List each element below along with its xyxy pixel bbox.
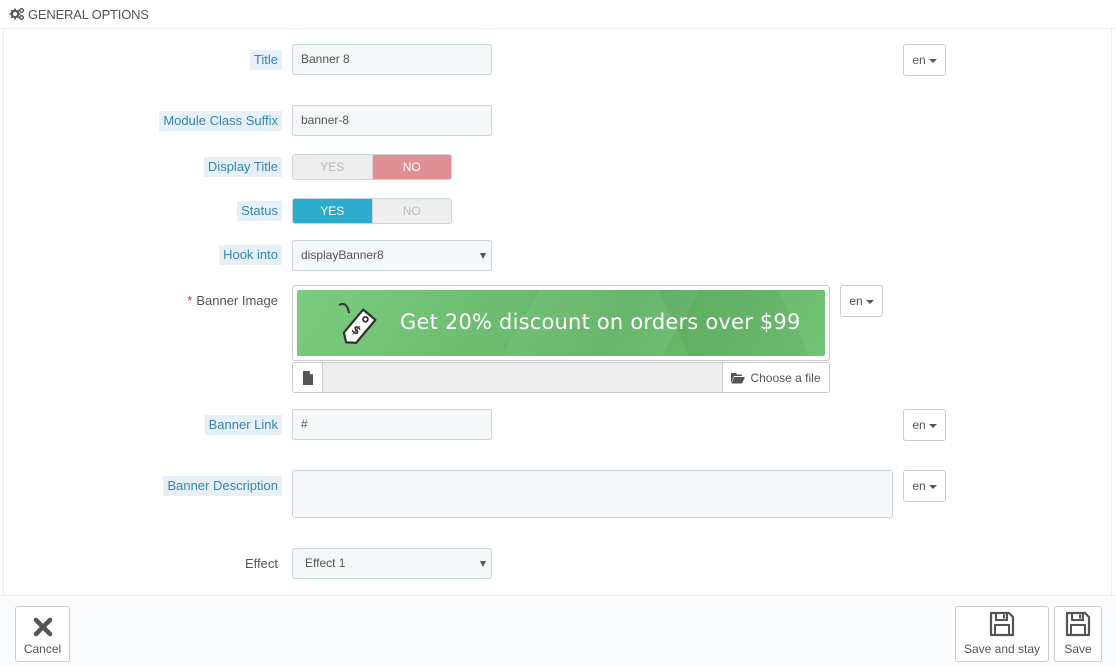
folder-open-icon — [731, 372, 746, 383]
banner-description-label: Banner Description — [163, 476, 282, 496]
display-title-yes-option[interactable]: YES — [293, 155, 372, 179]
caret-down-icon — [928, 484, 937, 489]
caret-down-icon — [928, 58, 937, 63]
panel-border-right — [1111, 29, 1112, 595]
effect-value: Effect 1 — [305, 556, 346, 570]
save-and-stay-button[interactable]: Save and stay — [955, 606, 1049, 662]
title-label: Title — [249, 50, 282, 70]
floppy-disk-icon — [989, 611, 1015, 637]
select-arrow-icon — [480, 253, 486, 259]
banner-image-label-text: Banner Image — [196, 293, 278, 308]
panel-title: GENERAL OPTIONS — [28, 6, 149, 22]
choose-file-button[interactable]: Choose a file — [722, 363, 829, 392]
status-yes-option[interactable]: YES — [293, 199, 372, 223]
price-tag-icon: $ — [338, 303, 377, 344]
hook-into-select[interactable]: displayBanner8 — [292, 240, 492, 271]
banner-image-language-dropdown[interactable]: en — [840, 285, 883, 317]
effect-select[interactable]: Effect 1 — [292, 548, 492, 579]
file-icon — [293, 363, 323, 392]
banner-preview-graphic: $ Get 20% discount on orders over $99 — [297, 290, 825, 356]
banner-link-language-value: en — [912, 418, 926, 432]
required-mark: * — [187, 293, 193, 308]
banner-link-label: Banner Link — [204, 415, 282, 435]
select-arrow-icon — [480, 561, 486, 567]
banner-image-language-value: en — [849, 294, 863, 308]
caret-down-icon — [928, 423, 937, 428]
display-title-switch: YES NO — [292, 154, 452, 180]
banner-description-language-value: en — [912, 479, 926, 493]
banner-image-file-input: Choose a file — [292, 362, 830, 393]
banner-link-input[interactable]: # — [292, 409, 492, 440]
cancel-label: Cancel — [23, 642, 62, 656]
title-input[interactable]: Banner 8 — [292, 44, 492, 75]
display-title-no-option[interactable]: NO — [371, 155, 451, 179]
banner-preview-text: Get 20% discount on orders over $99 — [400, 310, 801, 334]
save-button[interactable]: Save — [1054, 606, 1102, 662]
title-language-value: en — [912, 53, 926, 67]
choose-file-label: Choose a file — [750, 370, 821, 385]
close-icon — [33, 617, 52, 637]
effect-label: Effect — [244, 556, 278, 571]
title-language-dropdown[interactable]: en — [903, 44, 946, 76]
cogs-icon — [9, 8, 24, 20]
cancel-button[interactable]: Cancel — [15, 606, 70, 662]
hook-into-value: displayBanner8 — [301, 248, 384, 262]
save-label: Save — [1064, 642, 1092, 656]
save-and-stay-label: Save and stay — [963, 642, 1041, 656]
module-class-suffix-input[interactable]: banner-8 — [292, 105, 492, 136]
document-icon — [302, 370, 313, 385]
panel-footer: Cancel Save and stay Save — [0, 595, 1116, 666]
status-switch: YES NO — [292, 198, 452, 224]
panel-heading: GENERAL OPTIONS — [0, 0, 1116, 29]
banner-description-language-dropdown[interactable]: en — [903, 470, 946, 502]
banner-image-preview: $ Get 20% discount on orders over $99 — [292, 285, 830, 361]
status-no-option[interactable]: NO — [371, 199, 451, 223]
banner-description-textarea[interactable] — [292, 470, 893, 518]
banner-link-language-dropdown[interactable]: en — [903, 409, 946, 441]
hook-into-label: Hook into — [219, 245, 282, 265]
status-label: Status — [237, 201, 282, 221]
display-title-label: Display Title — [203, 157, 282, 177]
banner-image-label: * Banner Image — [183, 291, 282, 311]
caret-down-icon — [865, 299, 874, 304]
panel-border-left — [3, 29, 4, 595]
module-class-suffix-label: Module Class Suffix — [159, 111, 282, 131]
file-name-field[interactable] — [323, 363, 722, 392]
floppy-disk-icon — [1065, 611, 1091, 637]
